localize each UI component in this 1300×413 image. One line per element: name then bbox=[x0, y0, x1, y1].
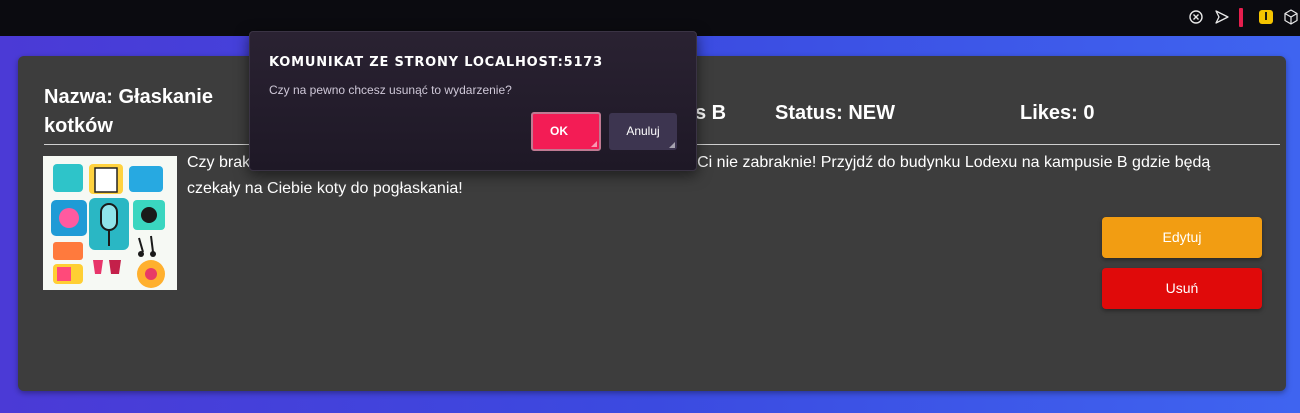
corner-icon bbox=[591, 141, 597, 147]
edit-button[interactable]: Edytuj bbox=[1102, 217, 1262, 258]
event-collage-image bbox=[43, 156, 177, 290]
dialog-message: Czy na pewno chcesz usunąć to wydarzenie… bbox=[269, 83, 512, 97]
cube-icon[interactable] bbox=[1283, 9, 1299, 25]
send-icon[interactable] bbox=[1214, 9, 1230, 25]
event-location: s B bbox=[695, 102, 727, 124]
cancel-button[interactable]: Anuluj bbox=[609, 113, 677, 150]
close-circle-icon[interactable] bbox=[1188, 9, 1204, 25]
cancel-button-label: Anuluj bbox=[626, 124, 660, 138]
confirm-dialog: KOMUNIKAT ZE STRONY LOCALHOST:5173 Czy n… bbox=[249, 31, 697, 171]
event-description-start: Czy brak bbox=[187, 154, 251, 171]
event-name: Nazwa: Głaskanie kotków bbox=[44, 86, 213, 137]
ok-button-label: OK bbox=[550, 124, 568, 138]
bookmark-red-icon[interactable] bbox=[1239, 8, 1243, 27]
event-status: Status: NEW bbox=[775, 102, 895, 124]
ok-button[interactable]: OK bbox=[531, 112, 601, 151]
extension-l-icon[interactable]: l bbox=[1259, 10, 1273, 24]
dialog-title: KOMUNIKAT ZE STRONY LOCALHOST:5173 bbox=[269, 55, 604, 70]
delete-button[interactable]: Usuń bbox=[1102, 268, 1262, 309]
event-likes: Likes: 0 bbox=[1020, 102, 1095, 124]
corner-icon bbox=[669, 142, 675, 148]
